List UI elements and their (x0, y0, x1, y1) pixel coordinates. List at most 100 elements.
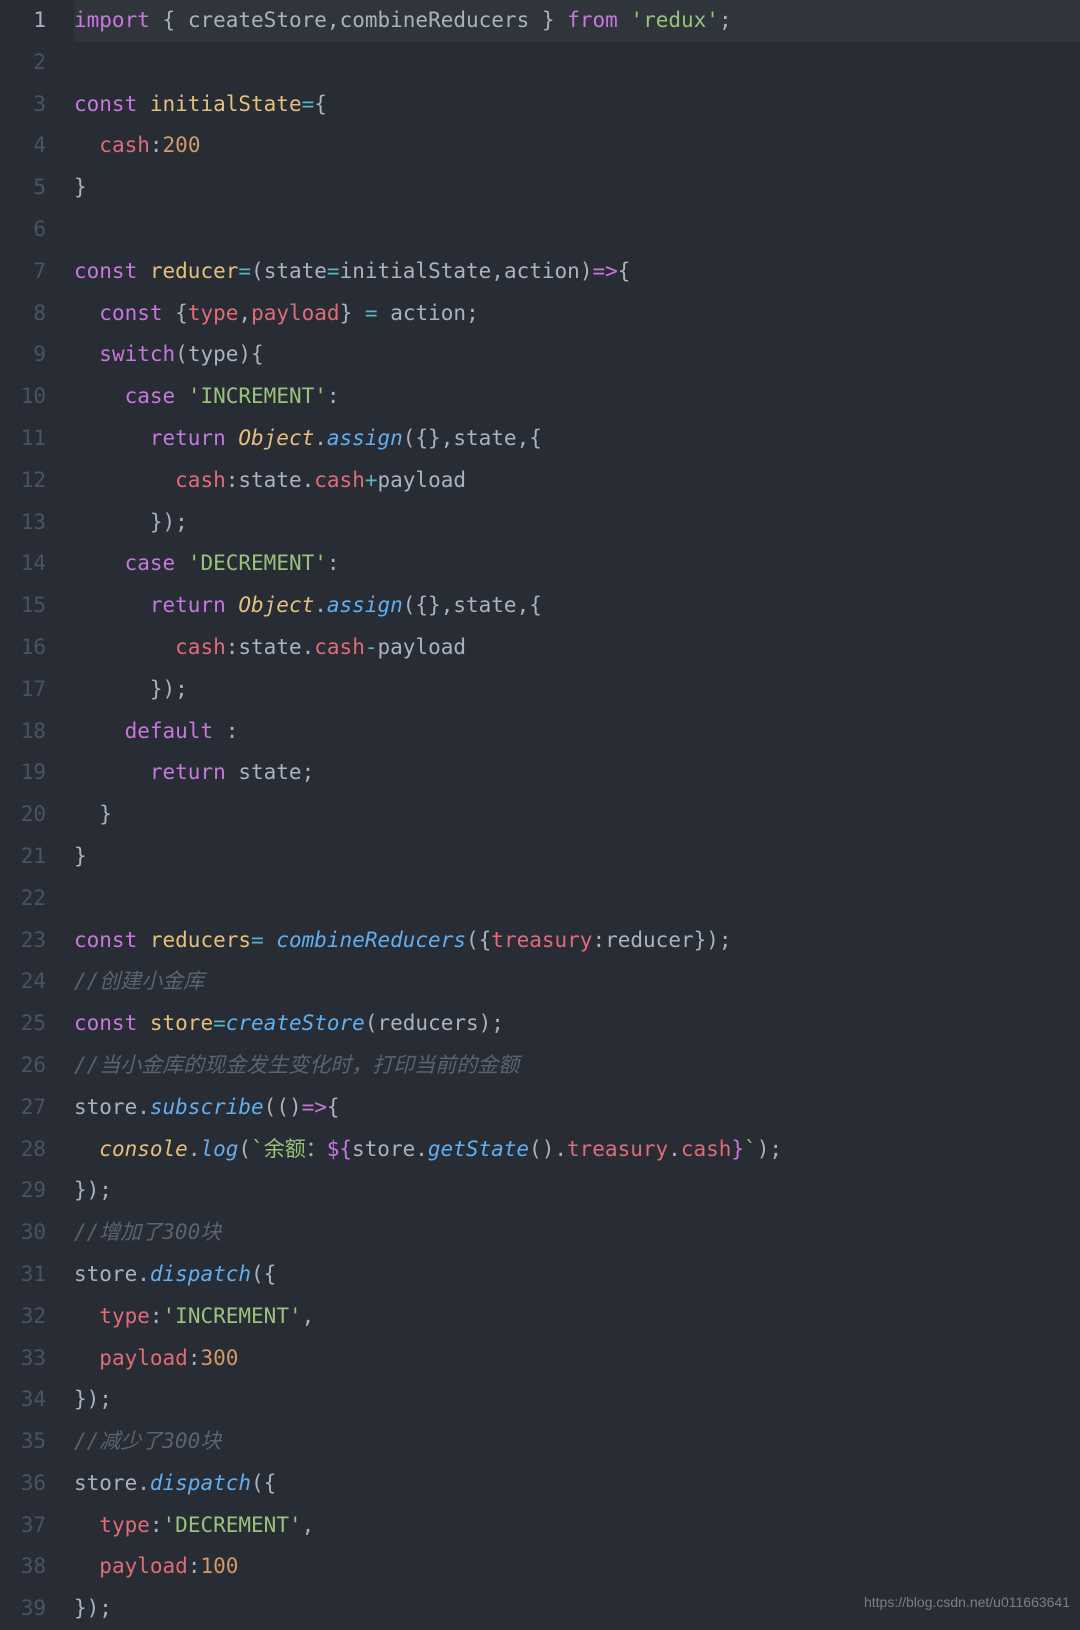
code-token: //当小金库的现金发生变化时，打印当前的金额 (74, 1053, 519, 1077)
code-token (555, 8, 568, 32)
line-number: 12 (0, 460, 58, 502)
code-line[interactable]: } (74, 794, 1080, 836)
code-token: store (74, 1471, 137, 1495)
code-token (74, 426, 150, 450)
code-line[interactable]: type:'INCREMENT', (74, 1296, 1080, 1338)
code-token: ( (251, 259, 264, 283)
code-token: } (74, 802, 112, 826)
code-token: }); (74, 1178, 112, 1202)
code-token: store (74, 1095, 137, 1119)
line-number: 28 (0, 1129, 58, 1171)
code-token: createStore (188, 8, 327, 32)
code-line[interactable]: //减少了300块 (74, 1421, 1080, 1463)
code-line[interactable]: const reducer=(state=initialState,action… (74, 251, 1080, 293)
code-line[interactable]: const {type,payload} = action; (74, 293, 1080, 335)
code-token (74, 719, 125, 743)
code-line[interactable]: case 'DECREMENT': (74, 543, 1080, 585)
code-token: type (99, 1513, 150, 1537)
code-line[interactable]: store.dispatch({ (74, 1254, 1080, 1296)
code-line[interactable] (74, 209, 1080, 251)
line-number: 38 (0, 1546, 58, 1588)
line-number: 39 (0, 1588, 58, 1630)
code-line[interactable]: }); (74, 502, 1080, 544)
code-token: = (302, 92, 315, 116)
code-token: state (226, 760, 302, 784)
code-token (74, 384, 125, 408)
code-token (175, 384, 188, 408)
code-token: reducer (605, 928, 694, 952)
code-token: //减少了300块 (74, 1429, 221, 1453)
code-line[interactable] (74, 42, 1080, 84)
line-number: 16 (0, 627, 58, 669)
code-token: . (668, 1137, 681, 1161)
code-line[interactable]: case 'INCREMENT': (74, 376, 1080, 418)
code-token: { (175, 301, 188, 325)
code-token: ; (302, 760, 315, 784)
code-token: , (517, 426, 530, 450)
code-line[interactable]: store.subscribe(()=>{ (74, 1087, 1080, 1129)
code-token: = (251, 928, 264, 952)
code-line[interactable]: //当小金库的现金发生变化时，打印当前的金额 (74, 1045, 1080, 1087)
code-token: ({} (403, 593, 441, 617)
code-line[interactable]: //增加了300块 (74, 1212, 1080, 1254)
code-token: Object (238, 426, 314, 450)
code-token: ( (238, 1137, 251, 1161)
line-number: 23 (0, 920, 58, 962)
code-line[interactable]: cash:state.cash-payload (74, 627, 1080, 669)
code-token: cash (99, 133, 150, 157)
code-line[interactable]: } (74, 836, 1080, 878)
code-line[interactable]: cash:state.cash+payload (74, 460, 1080, 502)
code-line[interactable]: type:'DECREMENT', (74, 1505, 1080, 1547)
code-line[interactable]: cash:200 (74, 125, 1080, 167)
code-line[interactable]: } (74, 167, 1080, 209)
code-line[interactable]: payload:300 (74, 1338, 1080, 1380)
code-token: { (618, 259, 631, 283)
code-line[interactable]: }); (74, 1379, 1080, 1421)
code-line[interactable]: return Object.assign({},state,{ (74, 418, 1080, 460)
code-area[interactable]: import { createStore,combineReducers } f… (58, 0, 1080, 1630)
code-line[interactable]: import { createStore,combineReducers } f… (74, 0, 1080, 42)
code-token: initialState (340, 259, 492, 283)
code-line[interactable]: const reducers= combineReducers({treasur… (74, 920, 1080, 962)
code-token: action (378, 301, 467, 325)
code-token (74, 635, 175, 659)
code-token (150, 8, 163, 32)
code-token: store (352, 1137, 415, 1161)
code-token: . (137, 1262, 150, 1286)
code-line[interactable]: console.log(`余额：${store.getState().treas… (74, 1129, 1080, 1171)
code-editor[interactable]: 1234567891011121314151617181920212223242… (0, 0, 1080, 1630)
line-number-gutter: 1234567891011121314151617181920212223242… (0, 0, 58, 1630)
line-number: 36 (0, 1463, 58, 1505)
code-token: subscribe (150, 1095, 264, 1119)
code-token: dispatch (150, 1262, 251, 1286)
code-token: cash (175, 468, 226, 492)
code-line[interactable]: const initialState={ (74, 84, 1080, 126)
code-line[interactable]: const store=createStore(reducers); (74, 1003, 1080, 1045)
code-token (163, 301, 176, 325)
code-line[interactable]: return state; (74, 752, 1080, 794)
line-number: 27 (0, 1087, 58, 1129)
code-token: , (327, 8, 340, 32)
code-line[interactable] (74, 878, 1080, 920)
code-line[interactable]: switch(type){ (74, 334, 1080, 376)
code-token: . (554, 1137, 567, 1161)
line-number: 4 (0, 125, 58, 167)
code-line[interactable]: }); (74, 1170, 1080, 1212)
code-token: : (188, 1346, 201, 1370)
code-token: . (188, 1137, 201, 1161)
code-token (226, 593, 239, 617)
code-token: { (327, 1095, 340, 1119)
line-number: 5 (0, 167, 58, 209)
line-number: 25 (0, 1003, 58, 1045)
line-number: 37 (0, 1505, 58, 1547)
code-token: treasury (491, 928, 592, 952)
code-line[interactable]: }); (74, 669, 1080, 711)
code-token: - (365, 635, 378, 659)
line-number: 33 (0, 1338, 58, 1380)
code-line[interactable]: return Object.assign({},state,{ (74, 585, 1080, 627)
code-token: state (238, 635, 301, 659)
code-line[interactable]: default : (74, 711, 1080, 753)
code-line[interactable]: store.dispatch({ (74, 1463, 1080, 1505)
code-token: ({} (403, 426, 441, 450)
code-line[interactable]: //创建小金库 (74, 961, 1080, 1003)
